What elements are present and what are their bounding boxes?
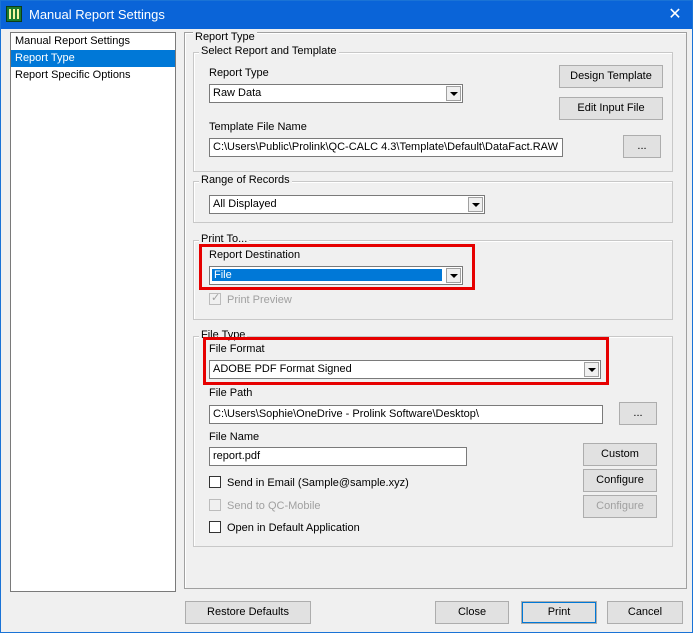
settings-nav: Manual Report Settings Report Type Repor… xyxy=(10,32,176,592)
nav-item-report-specific-options[interactable]: Report Specific Options xyxy=(11,67,175,84)
checkbox-icon xyxy=(209,521,221,533)
print-preview-checkbox[interactable]: Print Preview xyxy=(209,291,292,306)
file-path-browse-button[interactable]: ... xyxy=(619,402,657,425)
file-name-value: report.pdf xyxy=(213,450,261,462)
send-qc-mobile-checkbox[interactable]: Send to QC-Mobile xyxy=(209,499,321,512)
destination-highlight xyxy=(199,244,475,290)
app-icon xyxy=(6,6,22,22)
report-type-label-text: Report Type xyxy=(209,67,269,79)
nav-item-report-type[interactable]: Report Type xyxy=(11,50,175,67)
template-file-value: C:\Users\Public\Prolink\QC-CALC 4.3\Temp… xyxy=(213,141,558,153)
restore-defaults-button[interactable]: Restore Defaults xyxy=(185,601,311,624)
close-button[interactable]: Close xyxy=(435,601,509,624)
print-preview-label: Print Preview xyxy=(227,294,292,306)
file-path-value: C:\Users\Sophie\OneDrive - Prolink Softw… xyxy=(213,408,479,420)
report-type-value: Raw Data xyxy=(213,87,262,99)
file-name-label: File Name xyxy=(209,431,260,443)
cancel-button[interactable]: Cancel xyxy=(607,601,683,624)
open-default-app-checkbox[interactable]: Open in Default Application xyxy=(209,521,360,534)
check-icon xyxy=(209,291,221,305)
configure-email-button[interactable]: Configure xyxy=(583,469,657,492)
send-qc-mobile-label: Send to QC-Mobile xyxy=(227,500,321,512)
report-type-combo[interactable]: Raw Data xyxy=(209,84,463,103)
template-file-field[interactable]: C:\Users\Public\Prolink\QC-CALC 4.3\Temp… xyxy=(209,138,563,157)
checkbox-icon xyxy=(209,499,221,511)
report-type-group-label: Report Type xyxy=(193,31,257,43)
checkbox-icon xyxy=(209,476,221,488)
send-email-label: Send in Email (Sample@sample.xyz) xyxy=(227,477,409,489)
file-name-field[interactable]: report.pdf xyxy=(209,447,467,466)
select-report-group-label: Select Report and Template xyxy=(199,45,339,57)
print-button[interactable]: Print xyxy=(521,601,597,624)
close-icon[interactable]: ✕ xyxy=(664,4,686,26)
custom-button[interactable]: Custom xyxy=(583,443,657,466)
chevron-down-icon[interactable] xyxy=(446,86,461,101)
send-email-checkbox[interactable]: Send in Email (Sample@sample.xyz) xyxy=(209,476,409,489)
title-bar[interactable]: Manual Report Settings ✕ xyxy=(1,1,692,29)
report-settings-window: Manual Report Settings ✕ Manual Report S… xyxy=(0,0,693,633)
open-default-app-label: Open in Default Application xyxy=(227,522,360,534)
configure-mobile-button[interactable]: Configure xyxy=(583,495,657,518)
range-group-label: Range of Records xyxy=(199,174,292,186)
chevron-down-icon[interactable] xyxy=(468,197,483,212)
window-title: Manual Report Settings xyxy=(29,7,165,22)
file-path-field[interactable]: C:\Users\Sophie\OneDrive - Prolink Softw… xyxy=(209,405,603,424)
template-file-label: Template File Name xyxy=(209,121,307,133)
nav-item-manual-report-settings[interactable]: Manual Report Settings xyxy=(11,33,175,50)
file-path-label: File Path xyxy=(209,387,253,399)
file-format-highlight xyxy=(203,337,609,385)
template-browse-button[interactable]: ... xyxy=(623,135,661,158)
report-type-panel: Report Type Select Report and Template R… xyxy=(184,31,687,589)
edit-input-file-button[interactable]: Edit Input File xyxy=(559,97,663,120)
design-template-button[interactable]: Design Template xyxy=(559,65,663,88)
range-value: All Displayed xyxy=(213,198,277,210)
range-combo[interactable]: All Displayed xyxy=(209,195,485,214)
report-type-label: Report Type xyxy=(209,67,269,79)
